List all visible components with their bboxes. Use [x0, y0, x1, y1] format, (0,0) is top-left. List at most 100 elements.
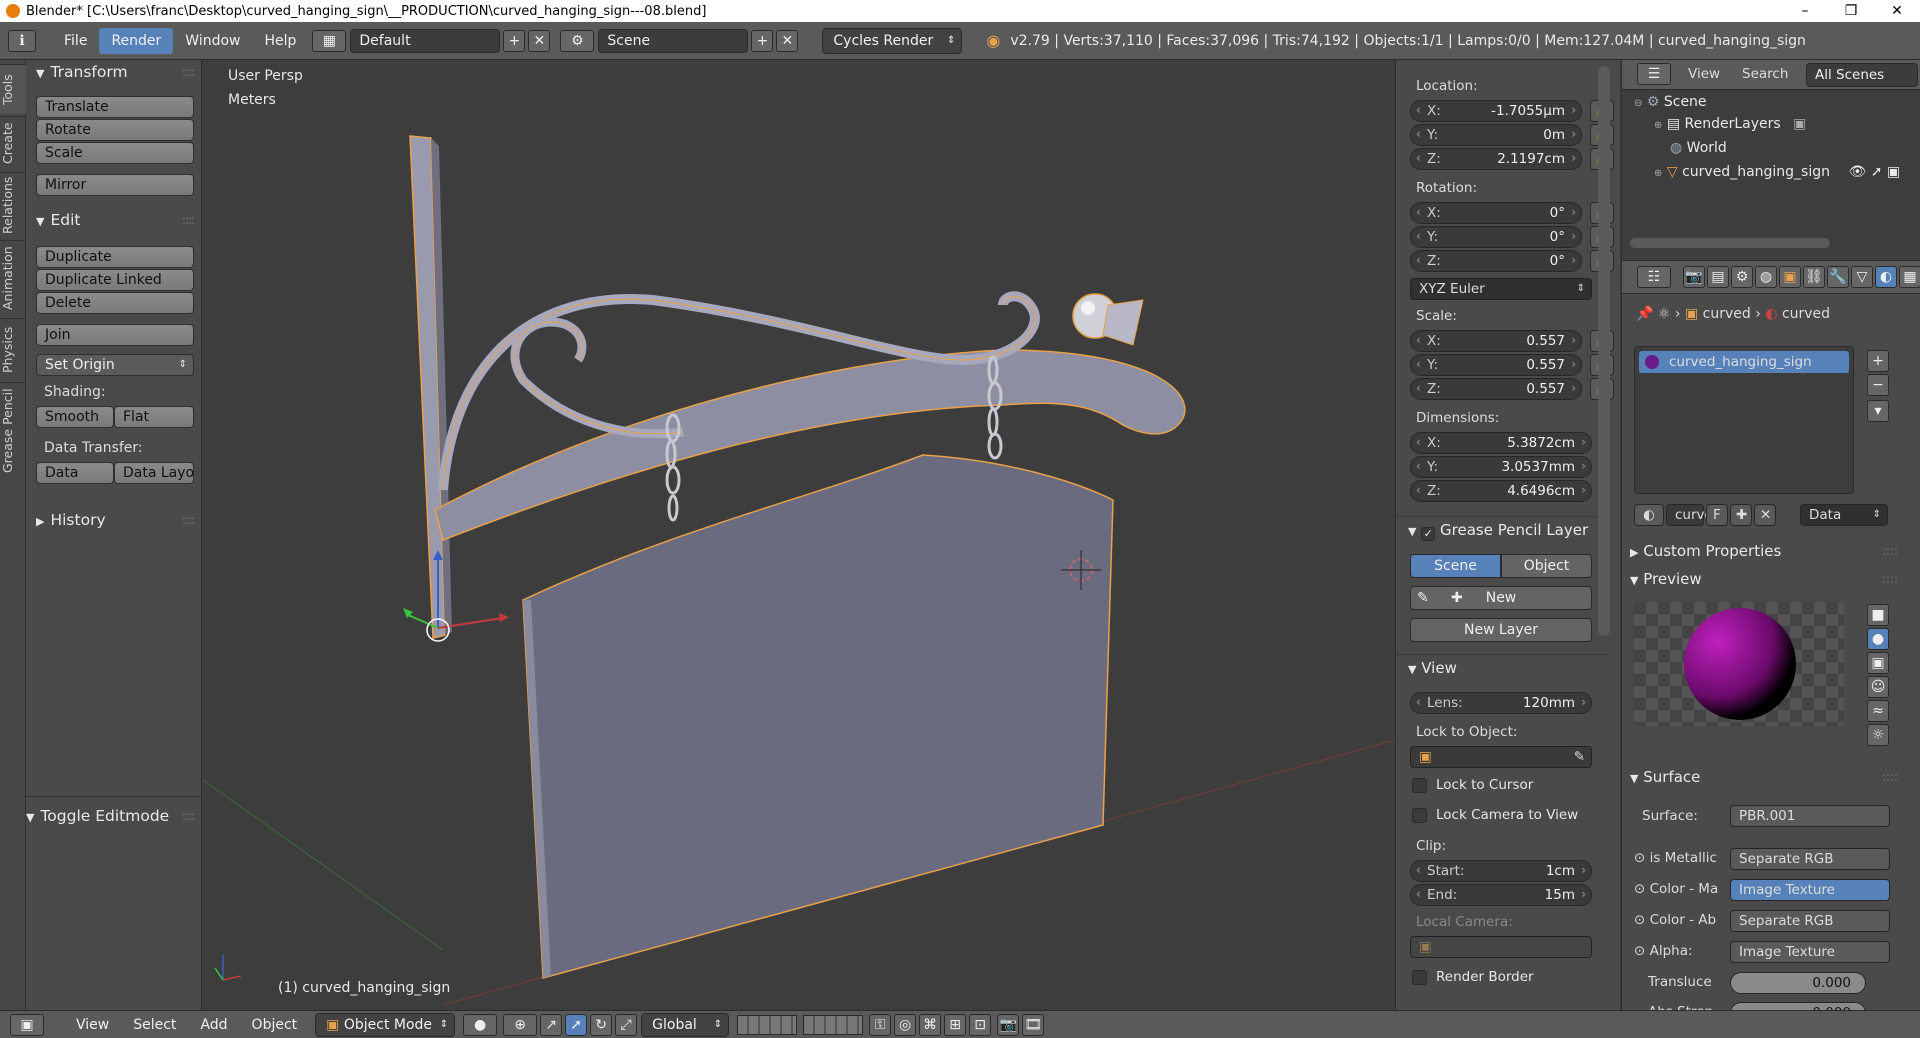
new-material-icon[interactable]: ✚ — [1730, 504, 1752, 526]
smooth-button[interactable]: Smooth — [36, 406, 114, 428]
location-x-field[interactable]: X: -1.7055µm — [1410, 100, 1582, 122]
drag-handle-icon[interactable]: :::: — [1882, 566, 1898, 592]
transform-panel-header[interactable]: ▼ Transform:::: — [26, 60, 202, 84]
socket-icon[interactable]: ⊙ — [1634, 850, 1645, 866]
drag-handle-icon[interactable]: :::: — [182, 60, 195, 84]
visibility-eye-icon[interactable]: 👁 — [1848, 164, 1866, 180]
color-ab-link[interactable]: Separate RGB — [1730, 910, 1890, 932]
pivot-point-icon[interactable]: ⊕ — [503, 1013, 538, 1036]
proportional-edit-icon[interactable]: ◎ — [894, 1013, 917, 1036]
gp-scene-tab[interactable]: Scene — [1410, 554, 1501, 578]
texture-tab-icon[interactable]: ▦ — [1899, 266, 1920, 288]
menu-window[interactable]: Window — [173, 28, 252, 54]
outliner-object-row[interactable]: ⊕ ▽ curved_hanging_sign 👁 ➚ ▣ — [1654, 164, 1900, 180]
drag-handle-icon[interactable]: :::: — [182, 804, 195, 828]
socket-icon[interactable]: ⊙ — [1634, 881, 1645, 897]
snap-element-icon[interactable]: ⊞ — [944, 1013, 967, 1036]
menu-add[interactable]: Add — [188, 1012, 239, 1038]
rotation-y-field[interactable]: Y: 0° — [1410, 226, 1582, 248]
rotate-button[interactable]: Rotate — [36, 119, 194, 141]
properties-editor-icon[interactable]: ☷ — [1637, 266, 1671, 288]
fake-user-button[interactable]: F — [1706, 504, 1728, 526]
screen-layout-icon[interactable]: ▦ — [312, 29, 347, 52]
material-slot-item[interactable]: curved_hanging_sign — [1639, 351, 1849, 373]
browse-material-icon[interactable]: ◐ — [1634, 504, 1664, 526]
scale-z-field[interactable]: Z: 0.557 — [1410, 378, 1582, 400]
add-slot-icon[interactable]: + — [1867, 350, 1889, 372]
orientation-select[interactable]: Global ⇕ — [641, 1012, 730, 1037]
scale-y-field[interactable]: Y: 0.557 — [1410, 354, 1582, 376]
close-icon[interactable]: ✕ — [1874, 0, 1920, 22]
menu-help[interactable]: Help — [252, 28, 308, 54]
rotation-z-field[interactable]: Z: 0° — [1410, 250, 1582, 272]
viewport-shading-icon[interactable]: ● — [463, 1013, 498, 1036]
toggle-editmode-panel-header[interactable]: ▼ Toggle Editmode:::: — [26, 804, 202, 828]
constraints-tab-icon[interactable]: ⛓ — [1803, 266, 1825, 288]
unlink-material-icon[interactable]: ✕ — [1754, 504, 1776, 526]
preview-sphere-icon[interactable]: ● — [1867, 628, 1889, 650]
location-y-field[interactable]: Y: 0m — [1410, 124, 1582, 146]
scale-x-field[interactable]: X: 0.557 — [1410, 330, 1582, 352]
dimensions-z-field[interactable]: Z: 4.6496cm — [1410, 480, 1592, 502]
set-origin-select[interactable]: Set Origin ⇕ — [36, 354, 194, 376]
is-metallic-link[interactable]: Separate RGB — [1730, 848, 1890, 870]
mode-select[interactable]: ▣ Object Mode ⇕ — [315, 1012, 456, 1037]
tab-tools[interactable]: Tools — [0, 64, 26, 114]
layers-grid-1[interactable] — [737, 1014, 798, 1035]
surface-shader-select[interactable]: PBR.001 — [1730, 805, 1890, 827]
material-name-field[interactable]: curve — [1666, 504, 1713, 526]
menu-view[interactable]: View — [64, 1012, 121, 1038]
data-layout-button[interactable]: Data Layo — [114, 462, 194, 484]
history-panel-header[interactable]: ▶ History:::: — [26, 508, 202, 532]
dimensions-x-field[interactable]: X: 5.3872cm — [1410, 432, 1592, 454]
rotate-manipulator-icon[interactable]: ↻ — [590, 1013, 613, 1036]
outliner-horizontal-scrollbar[interactable] — [1630, 238, 1830, 248]
outliner-renderlayers-row[interactable]: ⊕ ▤ RenderLayers ▣ — [1654, 116, 1806, 132]
tab-grease-pencil[interactable]: Grease Pencil — [0, 382, 26, 478]
data-transfer-button[interactable]: Data — [36, 462, 114, 484]
render-border-checkbox[interactable] — [1412, 970, 1427, 985]
pin-icon[interactable]: 📌 — [1636, 306, 1653, 322]
render-camera-icon[interactable]: ▣ — [1887, 164, 1900, 180]
alpha-link[interactable]: Image Texture — [1730, 941, 1890, 963]
view-panel-header[interactable]: ▼ View — [1396, 654, 1608, 680]
minimize-icon[interactable]: – — [1782, 0, 1828, 22]
scene-field[interactable]: Scene — [598, 28, 749, 53]
tab-create[interactable]: Create — [0, 116, 26, 170]
location-z-field[interactable]: Z: 2.1197cm — [1410, 148, 1582, 170]
material-link-select[interactable]: Data ⇕ — [1800, 504, 1888, 526]
viewport-editor-icon[interactable]: ▣ — [10, 1013, 44, 1036]
scale-manipulator-icon[interactable]: ⤢ — [615, 1013, 638, 1036]
lock-layers-icon[interactable]: ⚿ — [869, 1013, 892, 1036]
join-button[interactable]: Join — [36, 324, 194, 346]
menu-select[interactable]: Select — [121, 1012, 188, 1038]
expand-icon[interactable]: ⊕ — [1654, 168, 1662, 179]
3d-viewport[interactable]: User Persp Meters (1) curved_hanging_sig… — [203, 60, 1395, 1010]
preview-cube-icon[interactable]: ▣ — [1867, 652, 1889, 674]
menu-render[interactable]: Render — [99, 27, 174, 54]
screen-layout-field[interactable]: Default — [350, 28, 501, 53]
preview-hair-icon[interactable]: ≈ — [1867, 700, 1889, 722]
expand-icon[interactable]: ⊕ — [1654, 120, 1662, 131]
grease-pencil-checkbox[interactable]: ✓ — [1421, 527, 1436, 541]
select-arrow-icon[interactable]: ➚ — [1871, 164, 1883, 180]
remove-scene-icon[interactable]: ✕ — [776, 29, 799, 52]
rotation-mode-select[interactable]: XYZ Euler ⇕ — [1410, 278, 1592, 300]
lock-object-field[interactable]: ▣ ✎ — [1410, 746, 1592, 768]
preview-sky-icon[interactable]: ☼ — [1867, 724, 1889, 746]
lock-camera-checkbox[interactable] — [1412, 808, 1427, 823]
lens-field[interactable]: Lens: 120mm — [1410, 692, 1592, 714]
properties-scrollbar[interactable] — [1598, 66, 1610, 636]
slot-specials-icon[interactable]: ▾ — [1867, 400, 1889, 422]
layers-grid-2[interactable] — [803, 1014, 864, 1035]
transform-gizmo[interactable] — [403, 550, 509, 642]
drag-handle-icon[interactable]: :::: — [1882, 538, 1898, 564]
render-engine-select[interactable]: Cycles Render ⇕ — [822, 27, 963, 54]
add-scene-icon[interactable]: + — [751, 29, 774, 52]
preview-flat-icon[interactable]: ■ — [1867, 604, 1889, 626]
socket-icon[interactable]: ⊙ — [1634, 943, 1645, 959]
outliner-search-menu[interactable]: Search — [1742, 66, 1788, 82]
edit-panel-header[interactable]: ▼ Edit:::: — [26, 208, 202, 232]
menu-object[interactable]: Object — [240, 1012, 310, 1038]
data-tab-icon[interactable]: ▽ — [1851, 266, 1873, 288]
